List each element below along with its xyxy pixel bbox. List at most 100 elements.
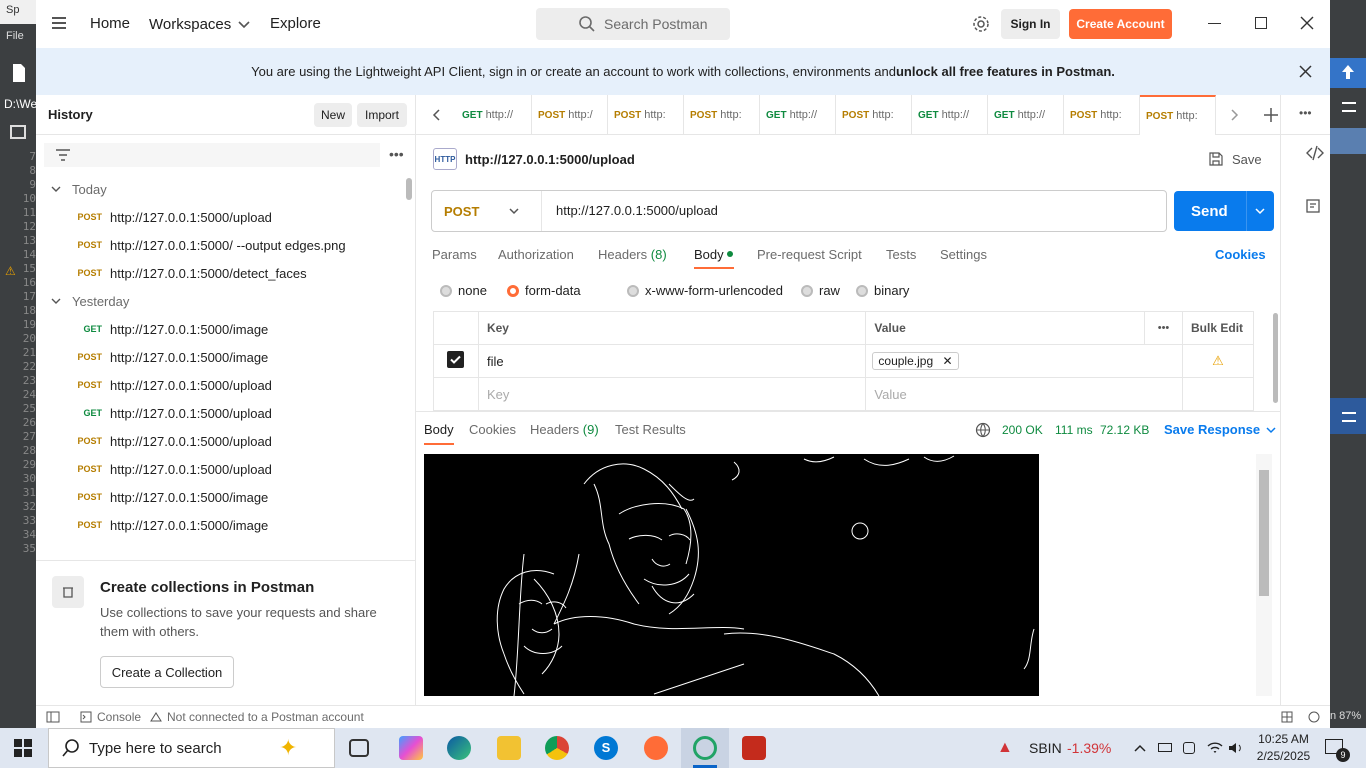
nav-explore[interactable]: Explore <box>270 15 321 32</box>
volume-icon[interactable] <box>1228 741 1244 755</box>
code-icon[interactable] <box>1306 145 1324 164</box>
bulk-edit-button[interactable]: Bulk Edit <box>1182 311 1254 345</box>
stock-name[interactable]: SBIN <box>1029 740 1062 756</box>
copilot-icon[interactable] <box>399 736 423 760</box>
menu-icon[interactable] <box>52 17 66 29</box>
send-button[interactable]: Send <box>1174 191 1274 231</box>
request-tab[interactable]: POST http: <box>836 95 912 135</box>
file-explorer-icon[interactable] <box>497 736 521 760</box>
close-icon[interactable] <box>1300 16 1314 30</box>
response-scrollbar-thumb[interactable] <box>1259 470 1269 596</box>
sidebar-toggle-icon[interactable] <box>46 711 60 723</box>
response-tab-test-results[interactable]: Test Results <box>615 422 686 437</box>
tab-authorization[interactable]: Authorization <box>498 247 574 262</box>
key-placeholder[interactable]: Key <box>477 377 867 411</box>
maximize-icon[interactable] <box>1255 17 1267 29</box>
body-type-form-data[interactable]: form-data <box>507 283 581 298</box>
send-dropdown-icon[interactable] <box>1254 205 1266 217</box>
tab-headers[interactable]: Headers (8) <box>598 247 667 262</box>
new-tab-plus-icon[interactable] <box>1263 107 1279 123</box>
tab-params[interactable]: Params <box>432 247 477 262</box>
request-tab[interactable]: POST http: <box>1064 95 1140 135</box>
body-type-none[interactable]: none <box>440 283 487 298</box>
skype-icon[interactable]: S <box>594 736 618 760</box>
layout-icon[interactable] <box>1281 711 1293 723</box>
app-icon[interactable] <box>742 736 766 760</box>
value-placeholder[interactable]: Value <box>865 377 1184 411</box>
body-type-x-www-form-urlencoded[interactable]: x-www-form-urlencoded <box>627 283 783 298</box>
table-more-icon[interactable]: ••• <box>1144 311 1184 345</box>
request-scrollbar[interactable] <box>1273 313 1278 403</box>
console-button[interactable]: Console <box>80 710 141 724</box>
history-item[interactable]: POST http://127.0.0.1:5000/image <box>36 511 406 539</box>
tabs-more-icon[interactable]: ••• <box>1299 106 1312 120</box>
create-collection-button[interactable]: Create a Collection <box>100 656 234 688</box>
battery-icon[interactable] <box>1158 743 1172 752</box>
history-item[interactable]: POST http://127.0.0.1:5000/ --output edge… <box>36 231 406 259</box>
response-tab-body[interactable]: Body <box>424 422 454 437</box>
body-type-raw[interactable]: raw <box>801 283 840 298</box>
chevron-up-icon[interactable] <box>1133 741 1147 755</box>
taskbar-search[interactable]: Type here to search ✦ <box>48 728 335 768</box>
cookies-link[interactable]: Cookies <box>1215 247 1266 262</box>
upload-icon[interactable] <box>1330 58 1366 88</box>
stock-change[interactable]: -1.39% <box>1067 740 1111 756</box>
history-group-today[interactable]: Today <box>36 175 406 203</box>
new-button[interactable]: New <box>314 103 352 127</box>
notification-icon[interactable]: 9 <box>1325 739 1350 762</box>
history-item[interactable]: POST http://127.0.0.1:5000/detect_faces <box>36 259 406 287</box>
documentation-icon[interactable] <box>1306 199 1322 218</box>
clock-time[interactable]: 10:25 AM <box>1256 732 1311 746</box>
ide-menu-file[interactable]: File <box>0 28 36 50</box>
history-item[interactable]: POST http://127.0.0.1:5000/upload <box>36 203 406 231</box>
sidebar-scrollbar[interactable] <box>406 178 412 200</box>
response-tab-headers[interactable]: Headers (9) <box>530 422 599 437</box>
save-button[interactable]: Save <box>1208 151 1262 167</box>
create-account-button[interactable]: Create Account <box>1069 9 1172 39</box>
nav-workspaces[interactable]: Workspaces <box>149 15 253 33</box>
hamburger-icon[interactable] <box>1342 102 1356 112</box>
history-group-yesterday[interactable]: Yesterday <box>36 287 406 315</box>
import-button[interactable]: Import <box>357 103 407 127</box>
wifi-icon[interactable] <box>1207 741 1223 755</box>
request-tab[interactable]: POST http: <box>1140 95 1216 135</box>
history-item[interactable]: POST http://127.0.0.1:5000/image <box>36 483 406 511</box>
globe-icon[interactable] <box>975 422 991 438</box>
nav-home[interactable]: Home <box>90 15 130 32</box>
clock-date[interactable]: 2/25/2025 <box>1256 749 1311 763</box>
sign-in-button[interactable]: Sign In <box>1001 9 1060 39</box>
remove-file-icon[interactable]: ✕ <box>942 354 952 368</box>
tab-settings[interactable]: Settings <box>940 247 987 262</box>
task-view-icon[interactable] <box>349 739 369 757</box>
warning-icon[interactable]: ⚠ <box>1182 344 1254 378</box>
url-input[interactable]: http://127.0.0.1:5000/upload <box>556 203 718 218</box>
help-icon[interactable] <box>1308 711 1320 723</box>
search-bar[interactable]: Search Postman <box>536 8 730 40</box>
body-type-binary[interactable]: binary <box>856 283 909 298</box>
history-item[interactable]: POST http://127.0.0.1:5000/upload <box>36 455 406 483</box>
tab-tests[interactable]: Tests <box>886 247 916 262</box>
history-item[interactable]: POST http://127.0.0.1:5000/upload <box>36 427 406 455</box>
chrome-icon[interactable] <box>545 736 569 760</box>
save-response-button[interactable]: Save Response <box>1164 422 1278 437</box>
tab-prerequest[interactable]: Pre-request Script <box>757 247 862 262</box>
edge-icon[interactable] <box>447 736 471 760</box>
settings-gear-icon[interactable] <box>972 15 990 33</box>
request-tab[interactable]: GET http:// <box>912 95 988 135</box>
response-tab-cookies[interactable]: Cookies <box>469 422 516 437</box>
history-item[interactable]: GET http://127.0.0.1:5000/upload <box>36 399 406 427</box>
minimize-icon[interactable] <box>1208 23 1221 24</box>
request-tab[interactable]: POST http: <box>684 95 760 135</box>
device-icon[interactable] <box>1183 742 1195 754</box>
menu-icon[interactable] <box>1342 412 1356 422</box>
history-item[interactable]: POST http://127.0.0.1:5000/image <box>36 343 406 371</box>
history-filter-input[interactable] <box>44 143 380 167</box>
row-value[interactable]: couple.jpg ✕ <box>865 344 1184 378</box>
row-checkbox[interactable] <box>433 344 479 378</box>
tab-scroll-right-icon[interactable] <box>1227 108 1241 122</box>
postman-app-icon[interactable] <box>644 736 668 760</box>
request-tab[interactable]: POST http:/ <box>532 95 608 135</box>
response-scrollbar-track[interactable] <box>1256 454 1272 696</box>
history-item[interactable]: GET http://127.0.0.1:5000/image <box>36 315 406 343</box>
windows-start-icon[interactable] <box>14 739 32 757</box>
